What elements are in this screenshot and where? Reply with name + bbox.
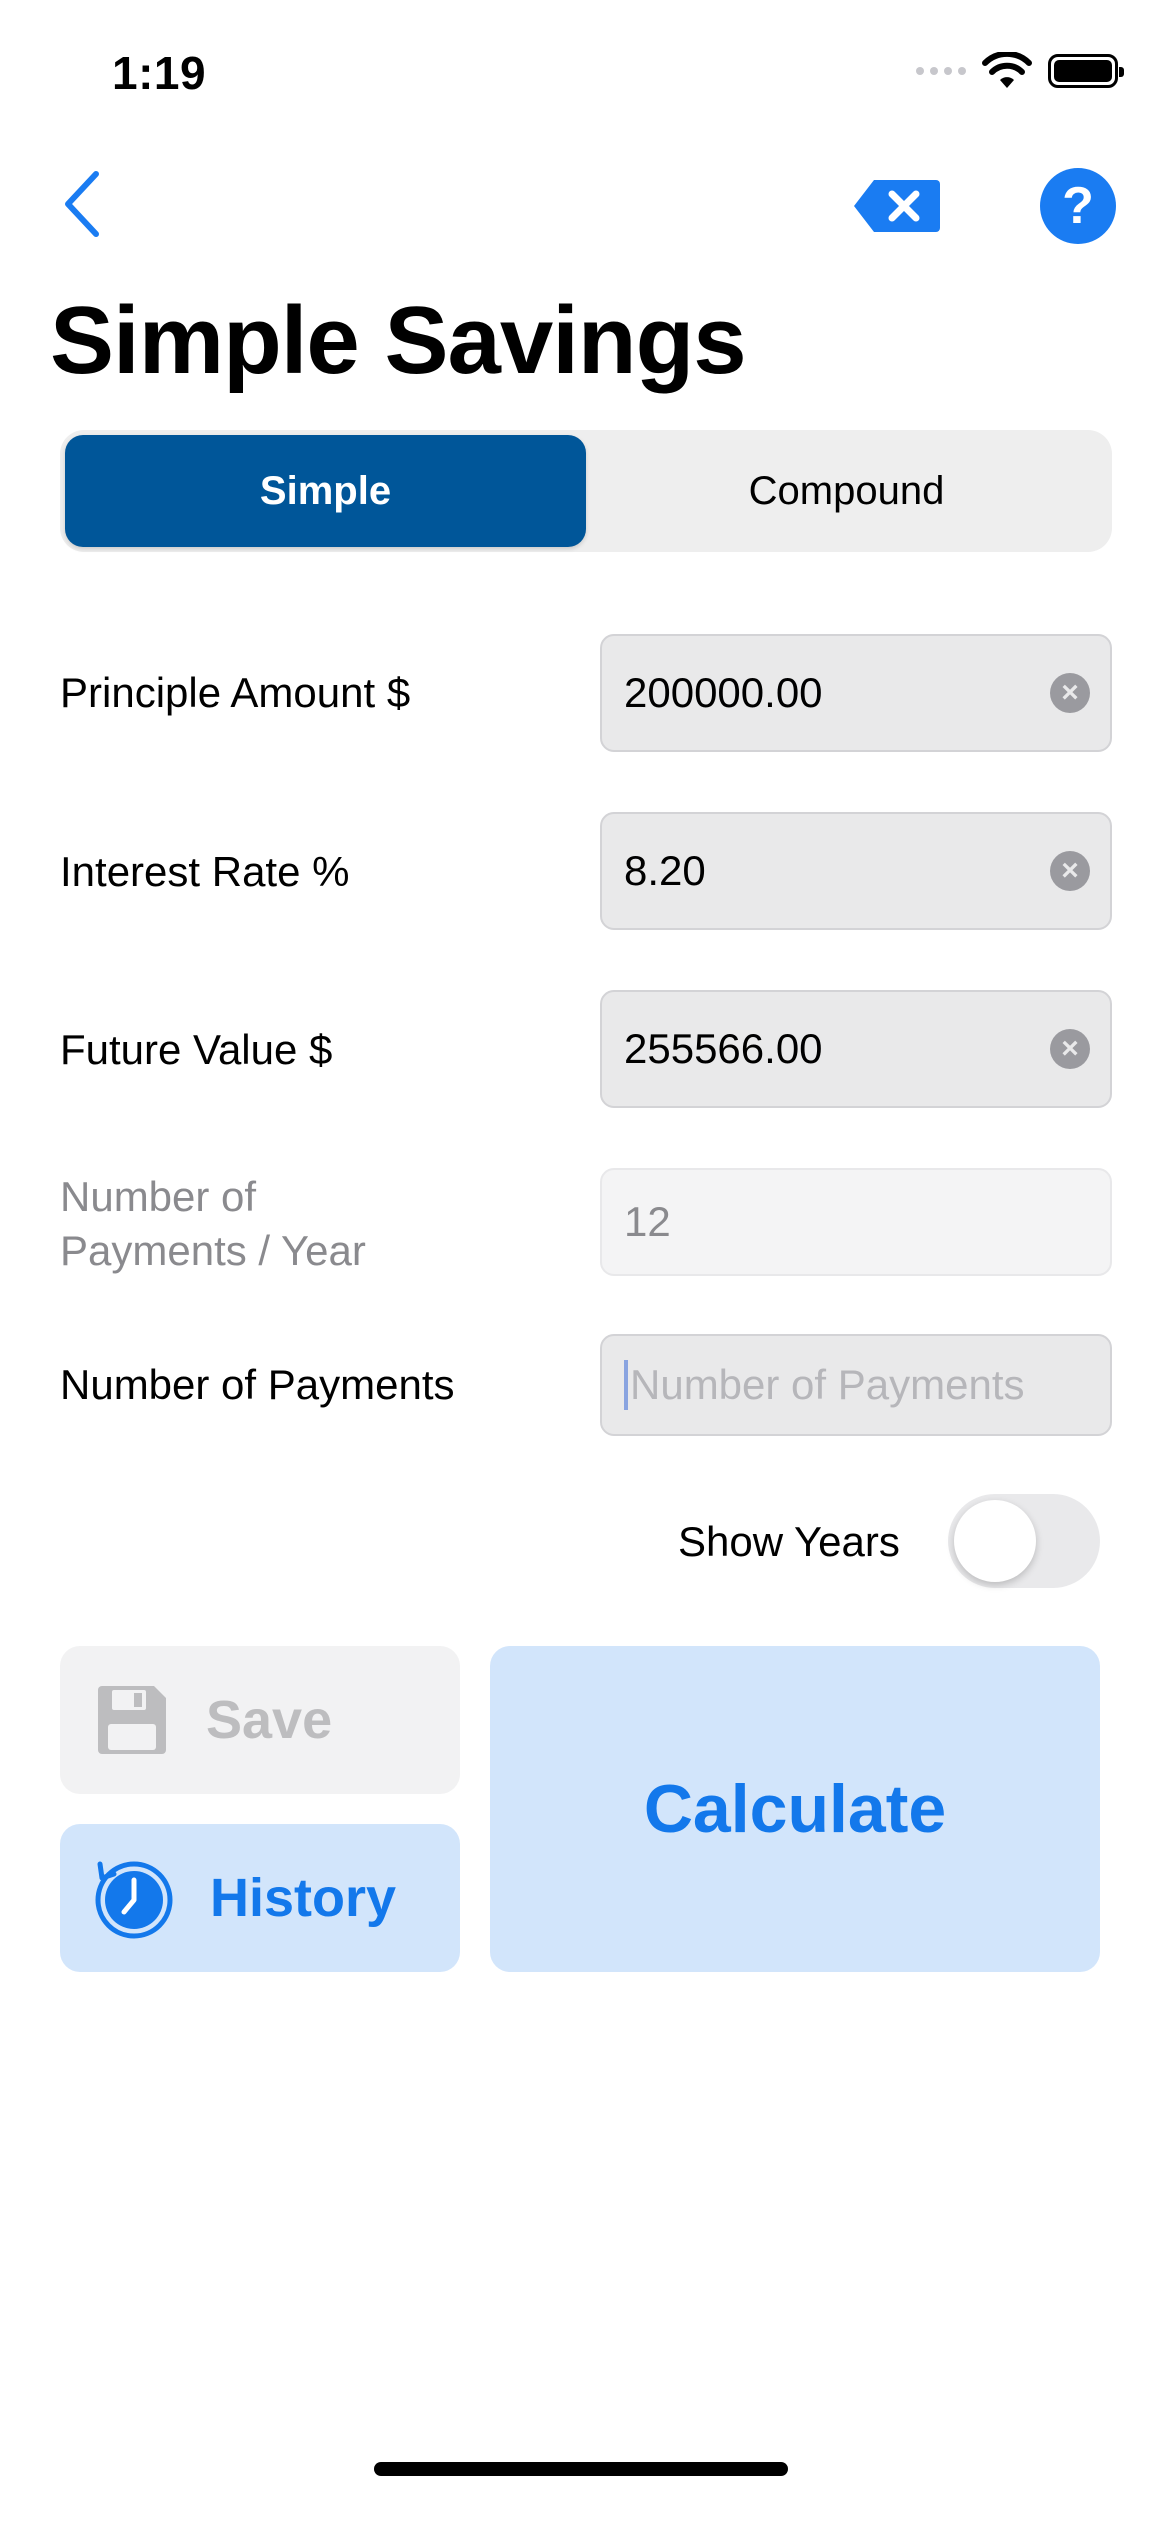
back-button[interactable]: [56, 164, 112, 244]
clock-history-icon: [95, 1861, 173, 1939]
help-button[interactable]: ?: [1040, 168, 1116, 244]
show-years-label: Show Years: [678, 1518, 900, 1565]
future-value-value: 255566.00: [624, 1025, 823, 1072]
page-title: Simple Savings: [50, 287, 747, 394]
floppy-disk-icon: [98, 1686, 166, 1754]
show-years-toggle[interactable]: [948, 1494, 1100, 1588]
text-cursor: [624, 1360, 628, 1410]
payments-per-year-value: 12: [624, 1198, 671, 1245]
future-value-field[interactable]: 255566.00 ×: [600, 990, 1112, 1108]
clear-field-icon[interactable]: ×: [1050, 673, 1090, 713]
calculate-label: Calculate: [643, 1771, 947, 1847]
cellular-signal-icon: [916, 67, 966, 75]
clear-field-icon[interactable]: ×: [1050, 1029, 1090, 1069]
interest-rate-field[interactable]: 8.20 ×: [600, 812, 1112, 930]
segment-compound[interactable]: Compound: [586, 435, 1107, 547]
principal-amount-field[interactable]: 200000.00 ×: [600, 634, 1112, 752]
number-of-payments-placeholder: Number of Payments: [630, 1361, 1025, 1408]
battery-icon: [1048, 54, 1124, 88]
delete-left-icon: [854, 180, 940, 232]
future-value-label: Future Value $: [60, 1026, 333, 1073]
interest-rate-value: 8.20: [624, 847, 706, 894]
save-button[interactable]: Save: [60, 1646, 460, 1794]
interest-rate-label: Interest Rate %: [60, 848, 350, 895]
history-button[interactable]: History: [60, 1824, 460, 1972]
clear-field-icon[interactable]: ×: [1050, 851, 1090, 891]
chevron-left-icon: [65, 171, 99, 237]
calculation-type-segmented-control: Simple Compound: [60, 430, 1112, 552]
principal-amount-value: 200000.00: [624, 669, 823, 716]
history-label: History: [210, 1868, 397, 1928]
calculate-button[interactable]: Calculate: [490, 1646, 1100, 1972]
number-of-payments-field[interactable]: Number of Payments: [600, 1334, 1112, 1436]
segment-simple[interactable]: Simple: [65, 435, 586, 547]
wifi-icon: [982, 52, 1032, 88]
payments-per-year-label: Number of Payments / Year: [60, 1173, 366, 1274]
status-time: 1:19: [112, 47, 207, 99]
toggle-knob: [954, 1500, 1036, 1582]
payments-per-year-field: 12: [600, 1168, 1112, 1276]
home-indicator: [374, 2462, 788, 2476]
clear-all-button[interactable]: [852, 178, 942, 234]
principal-amount-label: Principle Amount $: [60, 669, 411, 716]
number-of-payments-label: Number of Payments: [60, 1361, 455, 1408]
status-icons: [916, 52, 1124, 90]
save-label: Save: [206, 1690, 333, 1750]
